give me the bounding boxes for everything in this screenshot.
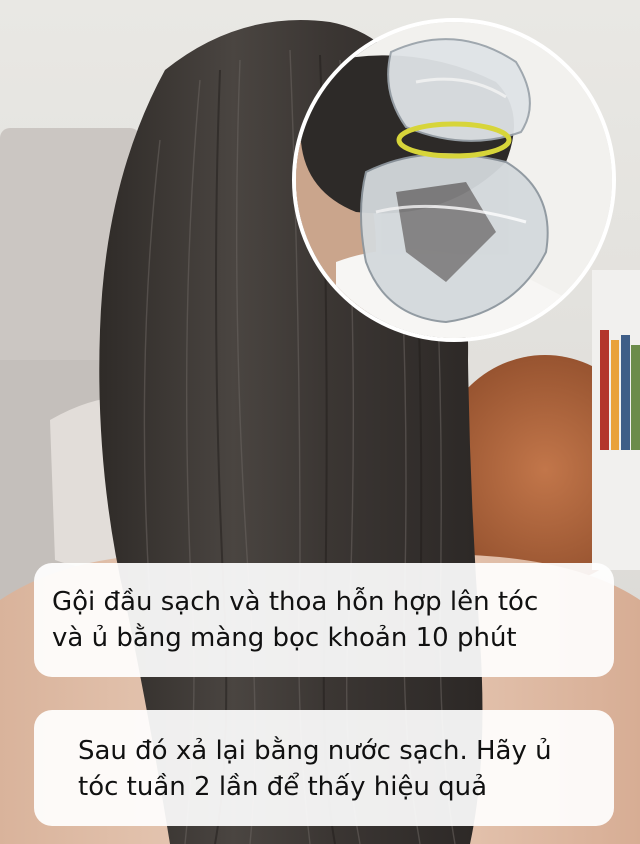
caption-2-line-1: Sau đó xả lại bằng nước sạch. Hãy ủ <box>78 736 552 766</box>
caption-step-1: Gội đầu sạch và thoa hỗn hợp lên tóc và … <box>34 563 614 677</box>
caption-step-2: Sau đó xả lại bằng nước sạch. Hãy ủ tóc … <box>34 710 614 826</box>
caption-2-line-2: tóc tuần 2 lần để thấy hiệu quả <box>78 772 488 802</box>
caption-1-line-1: Gội đầu sạch và thoa hỗn hợp lên tóc <box>52 587 539 617</box>
inset-photo-plastic-wrap <box>292 18 616 342</box>
plastic-wrap <box>360 38 549 324</box>
caption-1-line-2: và ủ bằng màng bọc khoản 10 phút <box>52 623 517 653</box>
